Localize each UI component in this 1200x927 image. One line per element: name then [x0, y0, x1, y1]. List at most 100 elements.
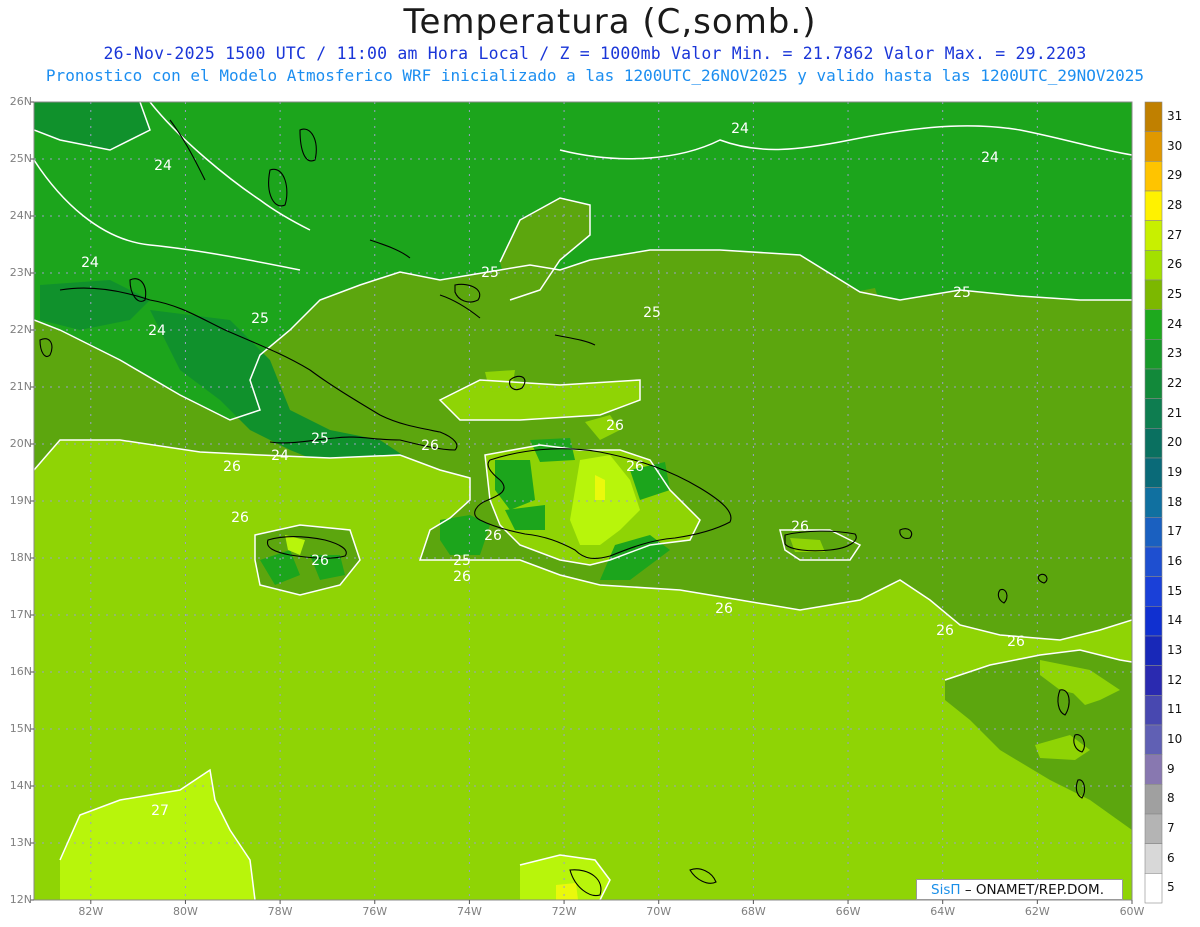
lat-label: 17N	[9, 608, 32, 621]
contour-label: 26	[484, 528, 502, 544]
colorbar-swatch	[1144, 784, 1163, 815]
field-26-puertorico	[790, 538, 825, 552]
map-plot-area: 24 24 24 24 24 25 25 25 25 25 25 24 26 26 26 26 26 26 26 26…	[34, 102, 1132, 900]
colorbar-label: 12	[1167, 672, 1183, 687]
colorbar-swatch	[1144, 754, 1163, 785]
colorbar-swatch	[1144, 457, 1163, 488]
contour-label: 25	[953, 285, 971, 301]
colorbar-swatch	[1144, 190, 1163, 221]
lat-label: 16N	[9, 665, 32, 678]
contour-label: 25	[251, 311, 269, 327]
colorbar-label: 25	[1167, 286, 1183, 301]
contour-label: 25	[643, 305, 661, 321]
contour-label: 27	[151, 803, 169, 819]
colorbar-label: 7	[1167, 820, 1175, 835]
lat-label: 18N	[9, 551, 32, 564]
contour-label: 26	[311, 553, 329, 569]
credit-box: SisΠ – ONAMET/REP.DOM.	[916, 879, 1123, 900]
colorbar-label: 16	[1167, 553, 1183, 568]
colorbar-swatch	[1144, 339, 1163, 370]
colorbar-label: 13	[1167, 642, 1183, 657]
colorbar-label: 5	[1167, 880, 1175, 895]
field-28-south	[556, 883, 578, 900]
lat-label: 12N	[9, 893, 32, 906]
colorbar-swatch	[1144, 368, 1163, 399]
colorbar-swatch	[1144, 279, 1163, 310]
contour-label: 26	[936, 623, 954, 639]
lat-label: 21N	[9, 380, 32, 393]
lon-label: 76W	[362, 905, 388, 918]
colorbar-swatch	[1144, 220, 1163, 251]
lon-label: 72W	[551, 905, 577, 918]
colorbar-swatch	[1144, 398, 1163, 429]
colorbar-label: 6	[1167, 850, 1175, 865]
colorbar-swatch	[1144, 873, 1163, 904]
lon-label: 74W	[456, 905, 482, 918]
colorbar-label: 18	[1167, 494, 1183, 509]
colorbar-swatch	[1144, 546, 1163, 577]
lat-label: 26N	[9, 95, 32, 108]
colorbar-swatch	[1144, 428, 1163, 459]
lat-label: 15N	[9, 722, 32, 735]
contour-label: 24	[81, 255, 99, 271]
colorbar-label: 9	[1167, 761, 1175, 776]
lat-label: 22N	[9, 323, 32, 336]
colorbar-label: 26	[1167, 257, 1183, 272]
lat-label: 24N	[9, 209, 32, 222]
colorbar-label: 21	[1167, 405, 1183, 420]
colorbar-swatch	[1144, 517, 1163, 548]
lon-label: 60W	[1119, 905, 1145, 918]
colorbar-label: 29	[1167, 168, 1183, 183]
lat-label: 25N	[9, 152, 32, 165]
lon-label: 62W	[1024, 905, 1050, 918]
contour-label: 26	[715, 601, 733, 617]
colorbar-label: 19	[1167, 464, 1183, 479]
colorbar-label: 28	[1167, 197, 1183, 212]
lat-label: 20N	[9, 437, 32, 450]
colorbar-label: 8	[1167, 791, 1175, 806]
colorbar	[1144, 101, 1163, 904]
lon-label: 68W	[740, 905, 766, 918]
colorbar-swatch	[1144, 161, 1163, 192]
contour-label: 24	[731, 121, 749, 137]
lat-label: 19N	[9, 494, 32, 507]
lat-label: 13N	[9, 836, 32, 849]
colorbar-label: 20	[1167, 435, 1183, 450]
contour-label: 24	[981, 150, 999, 166]
sisPi-logo: SisΠ	[931, 882, 961, 898]
colorbar-label: 27	[1167, 227, 1183, 242]
lat-label: 14N	[9, 779, 32, 792]
colorbar-swatch	[1144, 843, 1163, 874]
contour-label: 26	[453, 569, 471, 585]
contour-label: 26	[626, 459, 644, 475]
lon-label: 78W	[267, 905, 293, 918]
contour-label: 26	[606, 418, 624, 434]
colorbar-swatch	[1144, 635, 1163, 666]
colorbar-label: 24	[1167, 316, 1183, 331]
contour-label: 26	[791, 519, 809, 535]
colorbar-label: 23	[1167, 346, 1183, 361]
contour-label: 25	[481, 265, 499, 281]
contour-label: 26	[223, 459, 241, 475]
colorbar-swatch	[1144, 665, 1163, 696]
contour-label: 26	[1007, 634, 1025, 650]
colorbar-label: 22	[1167, 375, 1183, 390]
colorbar-swatch	[1144, 576, 1163, 607]
contour-label: 24	[271, 448, 289, 464]
contour-label: 26	[231, 510, 249, 526]
colorbar-swatch	[1144, 724, 1163, 755]
lon-label: 66W	[835, 905, 861, 918]
contour-label: 25	[311, 431, 329, 447]
colorbar-label: 30	[1167, 138, 1183, 153]
lon-label: 64W	[930, 905, 956, 918]
colorbar-label: 14	[1167, 613, 1183, 628]
colorbar-swatch	[1144, 131, 1163, 162]
colorbar-swatch	[1144, 813, 1163, 844]
contour-label: 24	[148, 323, 166, 339]
colorbar-label: 15	[1167, 583, 1183, 598]
colorbar-swatch	[1144, 695, 1163, 726]
lat-label: 23N	[9, 266, 32, 279]
colorbar-label: 31	[1167, 108, 1183, 123]
temperature-map: 24 24 24 24 24 25 25 25 25 25 25 24 26 26 26 26 26 26 26 26…	[30, 101, 1163, 904]
lon-label: 80W	[173, 905, 198, 918]
